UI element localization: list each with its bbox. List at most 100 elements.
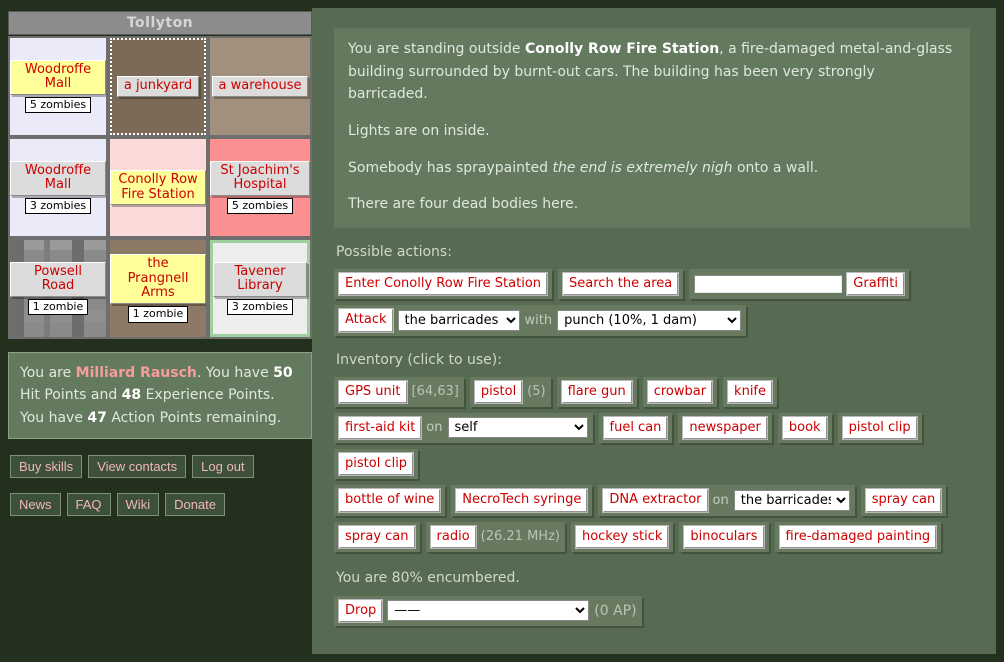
hit-points-value: 50 xyxy=(273,365,292,381)
primary-nav-row: Buy skills View contacts Log out xyxy=(10,455,260,478)
encumbrance-text: You are 80% encumbered. xyxy=(336,570,974,586)
nav-button-buy-skills[interactable]: Buy skills xyxy=(10,455,82,478)
map-grid: Woodroffe Mall 5 zombies a junkyard a wareh… xyxy=(8,36,312,339)
inventory-item-button[interactable]: NecroTech syringe xyxy=(456,489,587,511)
map-cell-label[interactable]: Conolly Row Fire Station xyxy=(110,170,206,205)
inventory-item: fire-damaged painting xyxy=(775,522,942,552)
inventory-item-button[interactable]: hockey stick xyxy=(576,526,668,548)
inventory-item-button[interactable]: pistol xyxy=(475,381,522,403)
map-cell-tile: Powsell Road 1 zombie xyxy=(10,240,106,337)
inventory-row: bottle of wine NecroTech syringe DNA extra… xyxy=(334,485,974,515)
map-cell-label[interactable]: the Prangnell Arms xyxy=(110,254,206,304)
enter-building-button[interactable]: Enter Conolly Row Fire Station xyxy=(339,273,547,295)
inventory-item-button[interactable]: book xyxy=(783,417,827,439)
map-cell[interactable]: Woodroffe Mall 5 zombies xyxy=(8,36,108,137)
zombie-count-badge: 1 zombie xyxy=(128,306,189,323)
location-paragraph-1: You are standing outside Conolly Row Fir… xyxy=(348,38,956,106)
graffiti-post: onto a wall. xyxy=(733,160,819,176)
inventory-item: GPS unit[64,63] xyxy=(334,377,464,407)
inventory-item-target-select[interactable]: self xyxy=(448,417,588,438)
zombie-count-badge: 1 zombie xyxy=(28,299,89,316)
inventory-item-button[interactable]: spray can xyxy=(339,526,415,548)
map-cell-tile: a warehouse xyxy=(210,38,310,135)
inventory-item-target-select[interactable]: the barricades xyxy=(734,490,850,511)
nav-button-news[interactable]: News xyxy=(10,493,61,516)
inventory-item-button[interactable]: fire-damaged painting xyxy=(780,526,937,548)
drop-button[interactable]: Drop xyxy=(339,600,382,622)
attack-weapon-select[interactable]: punch (10%, 1 dam) xyxy=(557,310,741,331)
inventory-row: spray can radio(26.21 MHz) hockey stick bin… xyxy=(334,522,974,552)
inventory-item-button[interactable]: bottle of wine xyxy=(339,489,440,511)
inventory-rows: GPS unit[64,63]pistol(5)flare guncrowbar… xyxy=(334,377,974,552)
possible-actions-heading: Possible actions: xyxy=(336,244,974,260)
actions-row-1: Enter Conolly Row Fire Station Search th… xyxy=(334,269,974,299)
graffiti-group: Graffiti xyxy=(689,269,909,299)
attack-button[interactable]: Attack xyxy=(339,309,393,331)
inventory-item-button[interactable]: radio xyxy=(431,526,476,548)
inventory-row: GPS unit[64,63]pistol(5)flare guncrowbar… xyxy=(334,377,974,407)
inventory-item-button[interactable]: GPS unit xyxy=(339,381,407,403)
map-cell-label[interactable]: Woodroffe Mall xyxy=(10,60,106,95)
status-hp-suffix: Hit Points and xyxy=(20,387,122,403)
map-cell[interactable]: the Prangnell Arms 1 zombie xyxy=(108,238,208,339)
status-hp-mid: . You have xyxy=(197,365,273,381)
inventory-item-button[interactable]: first-aid kit xyxy=(339,417,421,439)
inventory-item: book xyxy=(778,413,832,443)
inventory-item-button[interactable]: DNA extractor xyxy=(603,489,707,511)
inventory-item: DNA extractoronthe barricades xyxy=(598,485,854,515)
graffiti-input[interactable] xyxy=(694,275,842,293)
location-description: You are standing outside Conolly Row Fir… xyxy=(334,28,970,228)
graffiti-button[interactable]: Graffiti xyxy=(847,273,904,295)
inventory-heading: Inventory (click to use): xyxy=(336,352,974,368)
location-name: Conolly Row Fire Station xyxy=(525,41,719,57)
nav-button-faq[interactable]: FAQ xyxy=(67,493,111,516)
inventory-item-preposition: on xyxy=(426,420,442,435)
map-cell[interactable]: a junkyard xyxy=(108,36,208,137)
secondary-nav-row: News FAQ WikiDonate xyxy=(10,493,231,516)
inventory-item: hockey stick xyxy=(571,522,673,552)
inventory-item-button[interactable]: spray can xyxy=(866,489,942,511)
inventory-item: knife xyxy=(723,377,777,407)
main-panel: You are standing outside Conolly Row Fir… xyxy=(312,8,996,654)
drop-group: Drop —— (0 AP) xyxy=(334,596,642,626)
search-area-button[interactable]: Search the area xyxy=(563,273,678,295)
nav-button-view-contacts[interactable]: View contacts xyxy=(88,455,186,478)
inventory-item: radio(26.21 MHz) xyxy=(426,522,565,552)
map-cell-label[interactable]: Tavener Library xyxy=(213,262,307,297)
zombie-count-badge: 5 zombies xyxy=(25,97,91,114)
zombie-count-badge: 5 zombies xyxy=(227,198,293,215)
nav-button-log-out[interactable]: Log out xyxy=(192,455,253,478)
inventory-item-button[interactable]: crowbar xyxy=(648,381,712,403)
inventory-item-button[interactable]: binoculars xyxy=(684,526,763,548)
drop-item-select[interactable]: —— xyxy=(387,600,589,621)
map-cell-label[interactable]: a junkyard xyxy=(117,76,199,97)
status-prefix: You are xyxy=(20,365,76,381)
attack-target-select[interactable]: the barricades xyxy=(398,310,520,331)
location-paragraph-4: There are four dead bodies here. xyxy=(348,193,956,216)
map-cell-label[interactable]: Woodroffe Mall xyxy=(10,161,106,196)
inventory-item-button[interactable]: pistol clip xyxy=(339,453,413,475)
map-cell[interactable]: a warehouse xyxy=(208,36,312,137)
map-cell-label[interactable]: Powsell Road xyxy=(10,262,106,297)
inventory-item-button[interactable]: knife xyxy=(728,381,772,403)
map-cell[interactable]: Woodroffe Mall3 zombies xyxy=(8,137,108,238)
inventory-item-button[interactable]: flare gun xyxy=(562,381,632,403)
desc-pre: You are standing outside xyxy=(348,41,525,57)
inventory-item-button[interactable]: pistol clip xyxy=(843,417,917,439)
map-cell-label[interactable]: St Joachim's Hospital xyxy=(210,161,310,196)
left-sidebar: Tollyton Woodroffe Mall 5 zombies a junkya… xyxy=(0,0,320,662)
map-cell[interactable]: Tavener Library3 zombies xyxy=(208,238,312,339)
map-cell-label[interactable]: a warehouse xyxy=(212,76,309,97)
map-cell[interactable]: Conolly Row Fire Station xyxy=(108,137,208,238)
urban-dead-page: Tollyton Woodroffe Mall 5 zombies a junkya… xyxy=(0,0,1004,662)
inventory-item: spray can xyxy=(861,485,947,515)
map-cell[interactable]: St Joachim's Hospital 5 zombies xyxy=(208,137,312,238)
inventory-item-button[interactable]: fuel can xyxy=(604,417,668,439)
inventory-item-button[interactable]: newspaper xyxy=(683,417,766,439)
graffiti-pre: Somebody has spraypainted xyxy=(348,160,552,176)
character-name: Milliard Rausch xyxy=(76,365,197,381)
nav-button-donate[interactable]: Donate xyxy=(165,493,225,516)
nav-button-wiki[interactable]: Wiki xyxy=(117,493,160,516)
suburb-header: Tollyton xyxy=(8,11,312,35)
map-cell[interactable]: Powsell Road 1 zombie xyxy=(8,238,108,339)
